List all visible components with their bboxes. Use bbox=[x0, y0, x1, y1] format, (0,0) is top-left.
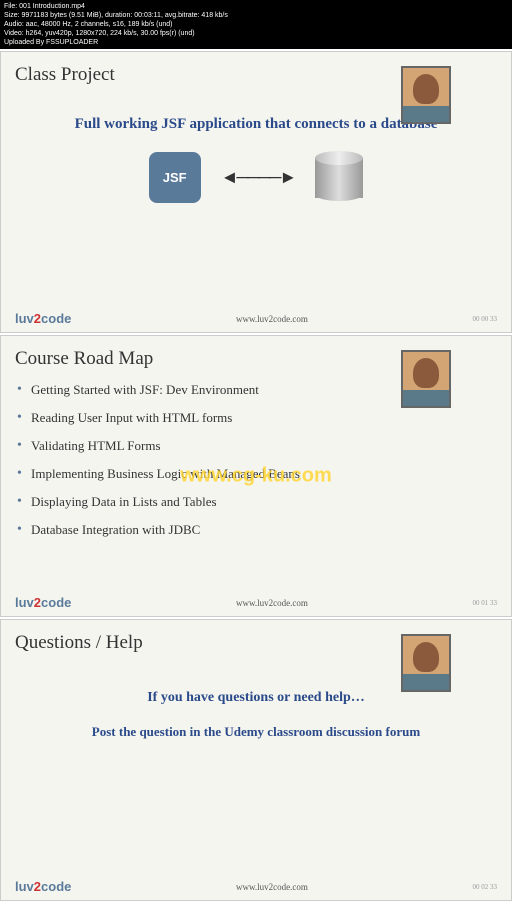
luv2code-logo: luv2code bbox=[15, 311, 71, 326]
footer-url: www.luv2code.com bbox=[71, 314, 472, 324]
list-item: Implementing Business Logic with Managed… bbox=[15, 466, 497, 482]
list-item: Displaying Data in Lists and Tables bbox=[15, 494, 497, 510]
instructor-avatar-icon bbox=[401, 634, 451, 692]
slide-number: 00 02 33 bbox=[473, 883, 498, 891]
footer-url: www.luv2code.com bbox=[71, 598, 472, 608]
list-item: Getting Started with JSF: Dev Environmen… bbox=[15, 382, 497, 398]
meta-file: File: 001 Introduction.mp4 bbox=[4, 2, 508, 11]
slide-footer: luv2code www.luv2code.com 00 02 33 bbox=[15, 879, 497, 894]
instructor-avatar-icon bbox=[401, 66, 451, 124]
question-line2: Post the question in the Udemy classroom… bbox=[15, 724, 497, 740]
list-item: Validating HTML Forms bbox=[15, 438, 497, 454]
instructor-avatar-icon bbox=[401, 350, 451, 408]
slide-number: 00 01 33 bbox=[473, 599, 498, 607]
slide-roadmap: Course Road Map www.cg-ku.com Getting St… bbox=[0, 335, 512, 617]
video-metadata: File: 001 Introduction.mp4 Size: 9971183… bbox=[0, 0, 512, 49]
meta-audio: Audio: aac, 48000 Hz, 2 channels, s16, 1… bbox=[4, 20, 508, 29]
question-line1: If you have questions or need help… bbox=[15, 690, 497, 706]
slide-questions: Questions / Help If you have questions o… bbox=[0, 619, 512, 901]
luv2code-logo: luv2code bbox=[15, 879, 71, 894]
list-item: Reading User Input with HTML forms bbox=[15, 410, 497, 426]
bidirectional-arrow-icon: ◄────► bbox=[221, 167, 296, 188]
architecture-diagram: JSF ◄────► bbox=[15, 151, 497, 203]
meta-video: Video: h264, yuv420p, 1280x720, 224 kb/s… bbox=[4, 29, 508, 38]
slide-footer: luv2code www.luv2code.com 00 00 33 bbox=[15, 311, 497, 326]
slide-number: 00 00 33 bbox=[473, 315, 498, 323]
meta-uploaded: Uploaded By FSSUPLOADER bbox=[4, 38, 508, 47]
meta-size: Size: 9971183 bytes (9.51 MiB), duration… bbox=[4, 11, 508, 20]
list-item: Database Integration with JDBC bbox=[15, 522, 497, 538]
footer-url: www.luv2code.com bbox=[71, 882, 472, 892]
luv2code-logo: luv2code bbox=[15, 595, 71, 610]
jsf-box-icon: JSF bbox=[149, 152, 201, 203]
slide-class-project: Class Project Full working JSF applicati… bbox=[0, 51, 512, 333]
database-icon bbox=[315, 151, 363, 203]
slide-footer: luv2code www.luv2code.com 00 01 33 bbox=[15, 595, 497, 610]
